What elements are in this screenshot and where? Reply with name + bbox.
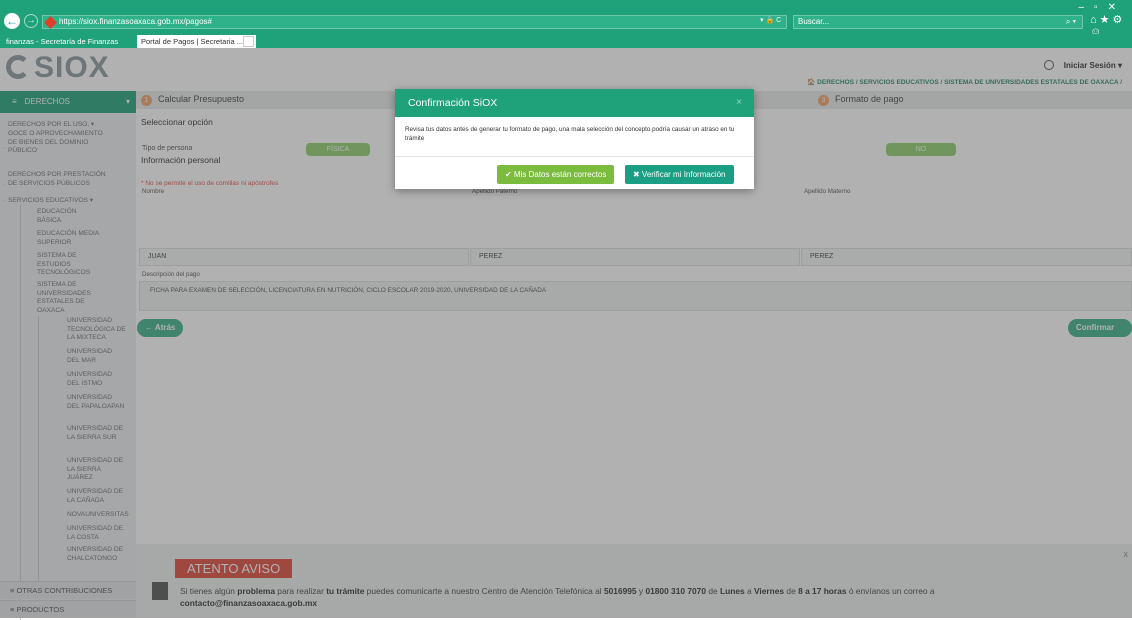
sidebar-item-unistmo[interactable]: UNIVERSIDAD DEL ISTMO <box>67 371 125 388</box>
search-placeholder: Buscar... <box>798 17 830 26</box>
sidebar: ≡ DERECHOS ▾ DERECHOS POR EL USO, ▾ ◦ GOCE… <box>0 91 136 620</box>
sidebar-item-goce[interactable]: GOCE O APROVECHAMIENTO DE BIENES DEL DOM… <box>8 130 112 156</box>
contact-email[interactable]: contacto@finanzasoaxaca.gob.mx <box>180 598 317 608</box>
window-controls[interactable]: –▫✕ <box>1079 2 1127 13</box>
person-type-label: Tipo de persona <box>142 145 193 152</box>
forward-arrow-icon[interactable]: → <box>24 14 38 28</box>
back-arrow-icon[interactable]: ← <box>4 13 20 29</box>
search-input[interactable]: Buscar... ⌕ ▾ <box>793 15 1083 29</box>
logo-ring-icon <box>6 55 30 79</box>
apellido-paterno-label: Apellido Paterno <box>472 188 518 195</box>
no-toggle[interactable]: NO <box>886 143 956 156</box>
url-text: https://siox.finanzasoaxaca.gob.mx/pagos… <box>59 17 212 26</box>
sidebar-item-unpa[interactable]: UNIVERSIDAD DEL PAPALOAPAN <box>67 394 125 411</box>
modal-title: Confirmación SiOX <box>395 89 754 117</box>
sidebar-item-unsij[interactable]: UNIVERSIDAD DE LA SIERRA JUÁREZ <box>67 457 125 483</box>
fisica-toggle[interactable]: FÍSICA <box>306 143 370 156</box>
tab-portal-pagos[interactable]: Portal de Pagos | Secretaria ...✕ <box>137 35 256 48</box>
siox-logo[interactable]: SIOX <box>6 51 110 85</box>
verify-info-button[interactable]: ✖ Verificar mi Información <box>625 165 734 184</box>
sidebar-item-universidades-estatales[interactable]: SISTEMA DE UNIVERSIDADES ESTATALES DE OA… <box>37 281 101 315</box>
step-number: 1 <box>141 95 152 106</box>
sidebar-header[interactable]: ≡ DERECHOS ▾ <box>0 91 136 113</box>
name-label: Nombre <box>142 188 165 195</box>
sidebar-item-novauniversitas[interactable]: NOVAUNIVERSITAS <box>67 511 129 520</box>
phone-icon <box>152 582 168 600</box>
tree-line <box>38 316 39 581</box>
close-icon[interactable]: x <box>1124 549 1129 559</box>
site-favicon-icon <box>44 16 57 29</box>
sidebar-item-utm[interactable]: UNIVERSIDAD TECNOLÓGICA DE LA MIXTECA <box>67 317 127 343</box>
tab-finanzas[interactable]: finanzas - Secretaría de Finanzas <box>2 35 122 48</box>
apellido-materno-label: Apellido Materno <box>804 188 851 195</box>
close-icon[interactable]: × <box>736 89 742 117</box>
new-tab-button[interactable] <box>243 36 254 47</box>
notice-text: Si tienes algún problema para realizar t… <box>180 586 935 608</box>
confirmation-modal: Confirmación SiOX × Revisa tus datos ant… <box>395 89 754 189</box>
back-button[interactable]: ← Atrás <box>137 319 184 337</box>
user-icon <box>1043 60 1054 70</box>
notice-banner: ATENTO AVISO Si tienes algún problema pa… <box>136 544 1132 618</box>
sidebar-item-chalcatongo[interactable]: UNIVERSIDAD DE CHALCATONGO <box>67 546 125 563</box>
sidebar-item-unsis[interactable]: UNIVERSIDAD DE LA SIERRA SUR <box>67 425 125 442</box>
menu-icon: ≡ <box>12 97 17 106</box>
url-controls[interactable]: ▾ 🔒 C <box>760 16 781 24</box>
search-icon[interactable]: ⌕ ▾ <box>1066 16 1076 28</box>
sidebar-item-estudios-tecnologicos[interactable]: SISTEMA DE ESTUDIOS TECNOLÓGICOS <box>37 252 97 278</box>
select-option-title: Seleccionar opción <box>141 117 213 127</box>
step-calcular[interactable]: 1 Calcular Presupuesto <box>141 94 244 106</box>
bullet-icon: ◦ <box>3 183 6 189</box>
sidebar-item-media-superior[interactable]: EDUCACIÓN MEDIA SUPERIOR <box>37 230 117 247</box>
warning-text: * No se permite el uso de comillas ni ap… <box>141 180 279 187</box>
modal-message: Revisa tus datos antes de generar tu for… <box>395 117 754 157</box>
login-link[interactable]: Iniciar Sesión ▾ <box>1043 60 1122 70</box>
data-correct-button[interactable]: ✔ Mis Datos están correctos <box>497 165 615 184</box>
breadcrumb[interactable]: 🏠 DERECHOS / SERVICIOS EDUCATIVOS / SIST… <box>807 78 1122 86</box>
address-bar[interactable]: https://siox.finanzasoaxaca.gob.mx/pagos… <box>42 15 787 29</box>
description-label: Descripción del pago <box>142 271 200 278</box>
browser-toolbar: ← → https://siox.finanzasoaxaca.gob.mx/p… <box>0 0 1132 38</box>
bullet-icon: ◦ <box>3 198 6 204</box>
chevron-down-icon: ▾ <box>125 97 130 106</box>
sidebar-item-umar[interactable]: UNIVERSIDAD DEL MAR <box>67 348 125 365</box>
name-field[interactable]: JUAN <box>139 248 469 266</box>
tab-strip: finanzas - Secretaría de Finanzas Portal… <box>0 34 1132 48</box>
apellido-paterno-field[interactable]: PEREZ <box>470 248 800 266</box>
personal-info-title: Información personal <box>141 155 221 165</box>
confirm-button[interactable]: Confirmar → <box>1068 319 1132 350</box>
step-number: 3 <box>818 95 829 106</box>
sidebar-item-productos[interactable]: ≡ PRODUCTOS <box>0 600 136 618</box>
description-field[interactable]: FICHA PARA EXAMEN DE SELECCIÓN, LICENCIA… <box>139 281 1132 311</box>
tree-line <box>20 205 21 620</box>
sidebar-item-unca[interactable]: UNIVERSIDAD DE LA CAÑADA <box>67 488 125 505</box>
sidebar-item-educacion-basica[interactable]: EDUCACIÓN BÁSICA <box>37 208 97 225</box>
step-formato-pago[interactable]: 3 Formato de pago <box>818 94 904 106</box>
sidebar-item-otras-contribuciones[interactable]: ≡ OTRAS CONTRIBUCIONES <box>0 581 136 599</box>
notice-title: ATENTO AVISO <box>175 559 293 578</box>
sidebar-item-prestacion[interactable]: DERECHOS POR PRESTACIÓN DE SERVICIOS PÚB… <box>8 171 108 188</box>
apellido-materno-field[interactable]: PEREZ <box>801 248 1132 266</box>
bullet-icon: ◦ <box>3 146 6 152</box>
sidebar-item-umar-costa[interactable]: UNIVERSIDAD DE LA COSTA <box>67 525 125 542</box>
sidebar-item-uso[interactable]: DERECHOS POR EL USO, ▾ <box>8 121 94 130</box>
